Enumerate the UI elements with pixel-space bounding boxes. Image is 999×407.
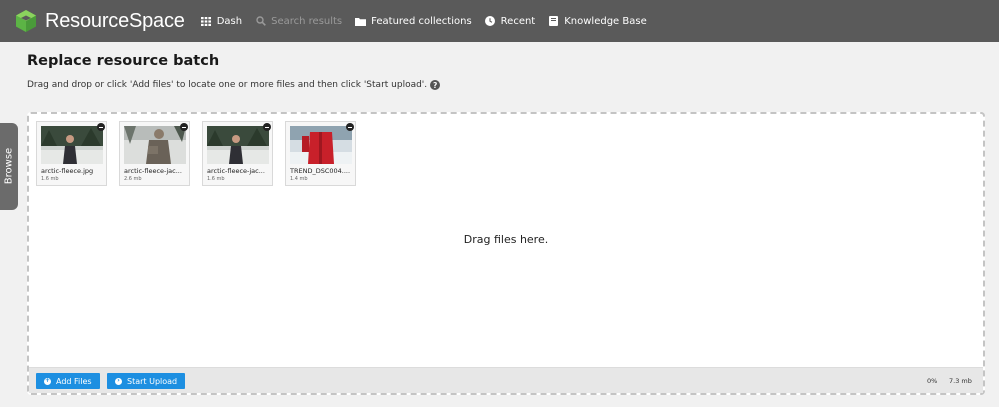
- remove-file-icon[interactable]: [97, 123, 105, 131]
- file-thumbnail: [41, 126, 103, 164]
- file-name: arctic-fleece-jac...: [207, 167, 265, 175]
- logo-text: ResourceSpace: [45, 9, 185, 32]
- remove-file-icon[interactable]: [180, 123, 188, 131]
- upload-progress: 0%: [927, 377, 938, 385]
- drop-hint: Drag files here.: [463, 233, 549, 246]
- search-icon: [255, 16, 266, 27]
- clock-icon: [485, 16, 496, 27]
- folder-icon: [355, 16, 367, 27]
- remove-file-icon[interactable]: [263, 123, 271, 131]
- start-upload-label: Start Upload: [127, 376, 178, 386]
- upload-drop-zone[interactable]: arctic-fleece.jpg 1.6 mb arctic-fleece-j…: [27, 112, 985, 395]
- file-queue: arctic-fleece.jpg 1.6 mb arctic-fleece-j…: [36, 121, 368, 186]
- add-files-button[interactable]: + Add Files: [36, 373, 100, 389]
- browse-label: Browse: [3, 147, 15, 185]
- arrow-right-icon: ›: [115, 377, 122, 385]
- file-name: arctic-fleece-jac...: [124, 167, 182, 175]
- nav-recent[interactable]: Recent: [485, 15, 536, 27]
- start-upload-button[interactable]: › Start Upload: [107, 373, 186, 389]
- add-files-label: Add Files: [56, 376, 92, 386]
- plus-icon: +: [44, 377, 51, 385]
- help-icon[interactable]: ?: [430, 80, 441, 90]
- nav-dash-label: Dash: [216, 15, 243, 27]
- upload-instructions: Drag and drop or click 'Add files' to lo…: [27, 80, 441, 90]
- file-thumbnail: [124, 126, 186, 164]
- file-size: 2.6 mb: [124, 176, 142, 182]
- browse-tab[interactable]: Browse: [0, 123, 18, 210]
- resourcespace-logo-icon: [14, 9, 38, 33]
- file-item: TREND_DSC004.... 1.4 mb: [285, 121, 356, 186]
- nav-recent-label: Recent: [500, 15, 536, 27]
- nav-featured-collections[interactable]: Featured collections: [355, 16, 472, 27]
- file-item: arctic-fleece.jpg 1.6 mb: [36, 121, 107, 186]
- remove-file-icon[interactable]: [346, 123, 354, 131]
- nav-knowledge-base-label: Knowledge Base: [564, 15, 647, 27]
- book-icon: [548, 16, 559, 27]
- nav-search-results-label: Search results: [271, 15, 343, 27]
- nav-search-results[interactable]: Search results: [255, 16, 342, 27]
- main-nav: Dash Search results Featured collections…: [201, 16, 660, 27]
- top-navigation-bar: ResourceSpace Dash Search results Featur…: [0, 0, 999, 42]
- instructions-text: Drag and drop or click 'Add files' to lo…: [27, 80, 428, 90]
- uploader-footer: + Add Files › Start Upload 0% 7.3 mb: [29, 367, 983, 393]
- file-size: 1.6 mb: [41, 176, 59, 182]
- nav-featured-collections-label: Featured collections: [371, 15, 472, 27]
- file-size: 1.4 mb: [290, 176, 308, 182]
- file-item: arctic-fleece-jac... 2.6 mb: [119, 121, 190, 186]
- file-name: arctic-fleece.jpg: [41, 167, 94, 175]
- file-name: TREND_DSC004....: [290, 167, 351, 175]
- file-size: 1.6 mb: [207, 176, 225, 182]
- total-size: 7.3 mb: [949, 377, 972, 385]
- file-thumbnail: [207, 126, 269, 164]
- nav-dash[interactable]: Dash: [201, 16, 242, 27]
- logo[interactable]: ResourceSpace: [14, 9, 185, 33]
- file-item: arctic-fleece-jac... 1.6 mb: [202, 121, 273, 186]
- file-thumbnail: [290, 126, 352, 164]
- grid-icon: [201, 16, 212, 27]
- page-title: Replace resource batch: [27, 53, 220, 69]
- nav-knowledge-base[interactable]: Knowledge Base: [548, 16, 647, 27]
